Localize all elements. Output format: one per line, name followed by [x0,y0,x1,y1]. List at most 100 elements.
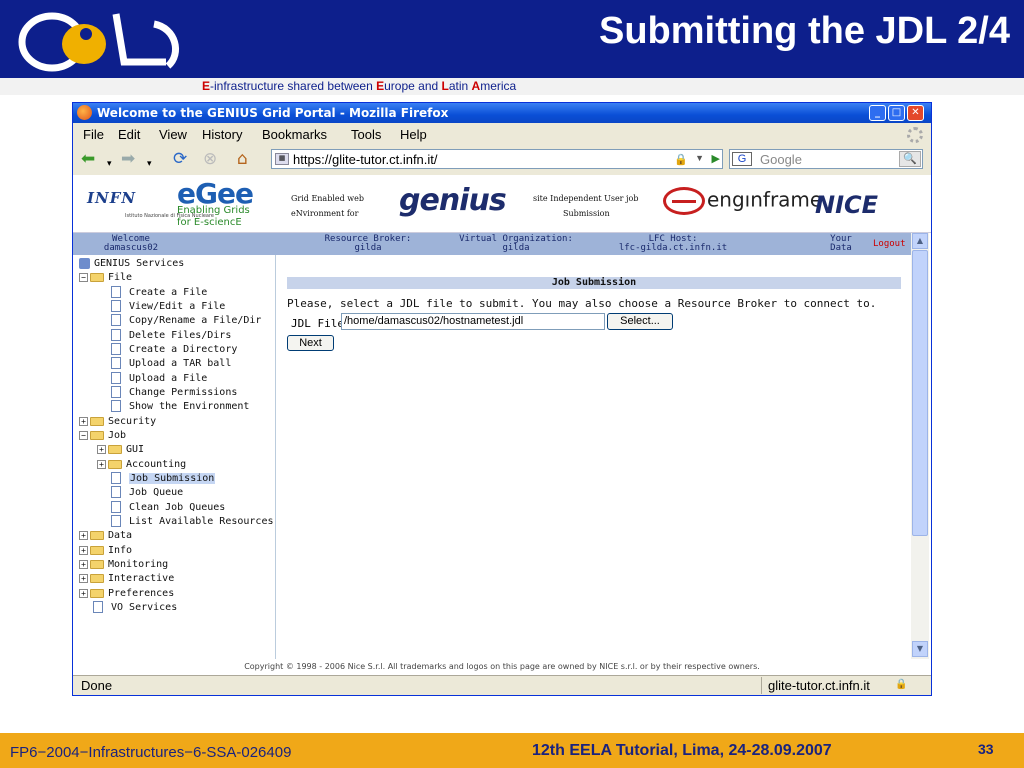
tree-item-job-queue[interactable]: Job Queue [111,486,183,500]
menu-bookmarks[interactable]: Bookmarks [262,127,327,142]
tree-root: GENIUS Services [79,257,184,271]
select-button[interactable]: Select... [607,313,673,330]
genius-logo: genius [399,183,507,218]
search-bar[interactable]: G Google 🔍 [729,149,923,169]
forward-dropdown-icon[interactable]: ▾ [147,155,152,173]
lock-icon[interactable]: 🔒 [674,153,688,166]
minimize-button[interactable]: _ [869,105,886,121]
firefox-window: Welcome to the GENIUS Grid Portal - Mozi… [72,102,932,696]
tree-item-list-resources[interactable]: List Available Resources [111,515,274,529]
egee-tagline: Enabling Grids for E-sciencE [177,205,250,228]
folder-icon [90,416,104,426]
scroll-thumb[interactable] [912,250,928,536]
folder-open-icon [90,272,104,282]
menu-view[interactable]: View [159,127,187,142]
genius-acronym-right: site Independent User job Submission [533,194,639,218]
info-bar: Welcome damascus02 Resource Broker: gild… [73,233,911,255]
main-panel: Job Submission Please, select a JDL file… [277,255,911,659]
tree-item-create-file[interactable]: Create a File [111,286,207,300]
scroll-down-icon[interactable]: ▼ [912,641,928,657]
url-bar[interactable]: ▦ https://glite-tutor.ct.infn.it/ 🔒 ▼ ▶ [271,149,723,169]
folder-open-icon [90,430,104,440]
copyright-text: Copyright © 1998 - 2006 Nice S.r.l. All … [244,662,760,671]
menu-file[interactable]: File [83,127,104,142]
tree-item-vo-services[interactable]: VO Services [93,601,177,615]
tree-item-upload-file[interactable]: Upload a File [111,372,207,386]
tree-item-create-directory[interactable]: Create a Directory [111,343,237,357]
infn-logo: INFN [87,189,137,207]
expand-icon[interactable]: + [79,416,88,426]
document-icon [111,357,121,369]
folder-icon [90,559,104,569]
tree-item-monitoring[interactable]: + Monitoring [79,558,168,572]
scroll-up-icon[interactable]: ▲ [912,233,928,249]
expand-icon[interactable]: + [79,588,88,598]
folder-icon [108,444,122,454]
slide-title: Submitting the JDL 2/4 [598,10,1010,52]
menu-edit[interactable]: Edit [118,127,140,142]
your-data-link[interactable]: Your Data [821,235,861,253]
tree-item-change-permissions[interactable]: Change Permissions [111,386,237,400]
expand-icon[interactable]: + [97,459,106,469]
document-icon [111,329,121,341]
expand-icon[interactable]: + [79,545,88,555]
tree-item-data[interactable]: + Data [79,529,132,543]
expand-icon[interactable]: + [79,559,88,569]
search-icon[interactable]: 🔍 [899,151,921,167]
logout-link[interactable]: Logout [873,239,906,249]
next-button[interactable]: Next [287,335,334,351]
tree-item-job[interactable]: − Job [79,429,126,443]
url-dropdown-icon[interactable]: ▼ [695,153,704,163]
tree-item-file[interactable]: − File [79,271,132,285]
tree-item-show-environment[interactable]: Show the Environment [111,400,249,414]
close-button[interactable]: ✕ [907,105,924,121]
lfc-host-cell: LFC Host: lfc-gilda.ct.infn.it [618,234,728,253]
security-lock-icon[interactable]: 🔒 [895,679,907,690]
window-titlebar[interactable]: Welcome to the GENIUS Grid Portal - Mozi… [73,103,931,123]
tree-item-upload-tar[interactable]: Upload a TAR ball [111,357,231,371]
jdl-file-input[interactable]: /home/damascus02/hostnametest.jdl [341,313,605,330]
welcome-cell: Welcome damascus02 [103,234,159,253]
document-icon [111,286,121,298]
tree-item-interactive[interactable]: + Interactive [79,572,174,586]
reload-icon[interactable]: ⟳ [173,150,187,168]
tree-item-job-submission[interactable]: Job Submission [111,472,216,486]
genius-services-icon [79,257,90,269]
search-engine-icon[interactable]: G [732,152,752,166]
back-icon[interactable]: ⬅ [81,150,95,168]
enginframe-logo: engınframe [663,187,822,215]
expand-icon[interactable]: + [97,444,106,454]
home-icon[interactable]: ⌂ [237,150,248,168]
tree-item-preferences[interactable]: + Preferences [79,587,174,601]
collapse-icon[interactable]: − [79,430,88,440]
document-icon [111,343,121,355]
collapse-icon[interactable]: − [79,272,88,282]
job-submission-header: Job Submission [287,277,901,289]
tree-item-clean-job-queues[interactable]: Clean Job Queues [111,501,225,515]
maximize-button[interactable]: □ [888,105,905,121]
tree-item-info[interactable]: + Info [79,544,132,558]
menu-bar: File Edit View History Bookmarks Tools H… [73,123,931,145]
tree-item-security[interactable]: + Security [79,415,156,429]
expand-icon[interactable]: + [79,530,88,540]
menu-help[interactable]: Help [400,127,427,142]
footer-event: 12th EELA Tutorial, Lima, 24-28.09.2007 [532,742,832,759]
tree-item-copy-rename[interactable]: Copy/Rename a File/Dir [111,314,261,328]
stop-icon[interactable]: ⊗ [203,150,217,168]
back-dropdown-icon[interactable]: ▾ [107,155,112,173]
tree-item-accounting[interactable]: + Accounting [97,458,186,472]
vertical-scrollbar[interactable]: ▲ ▼ [911,233,929,659]
folder-icon [90,573,104,583]
menu-tools[interactable]: Tools [351,127,381,142]
eela-logo [18,12,179,72]
expand-icon[interactable]: + [79,573,88,583]
tree-item-gui[interactable]: + GUI [97,443,144,457]
tree-item-delete-files[interactable]: Delete Files/Dirs [111,329,231,343]
forward-icon[interactable]: ➡ [121,150,135,168]
folder-icon [90,588,104,598]
menu-history[interactable]: History [202,127,242,142]
folder-icon [90,530,104,540]
tree-item-view-edit-file[interactable]: View/Edit a File [111,300,225,314]
status-host: glite-tutor.ct.infn.it [761,677,911,694]
go-icon[interactable]: ▶ [712,152,720,165]
